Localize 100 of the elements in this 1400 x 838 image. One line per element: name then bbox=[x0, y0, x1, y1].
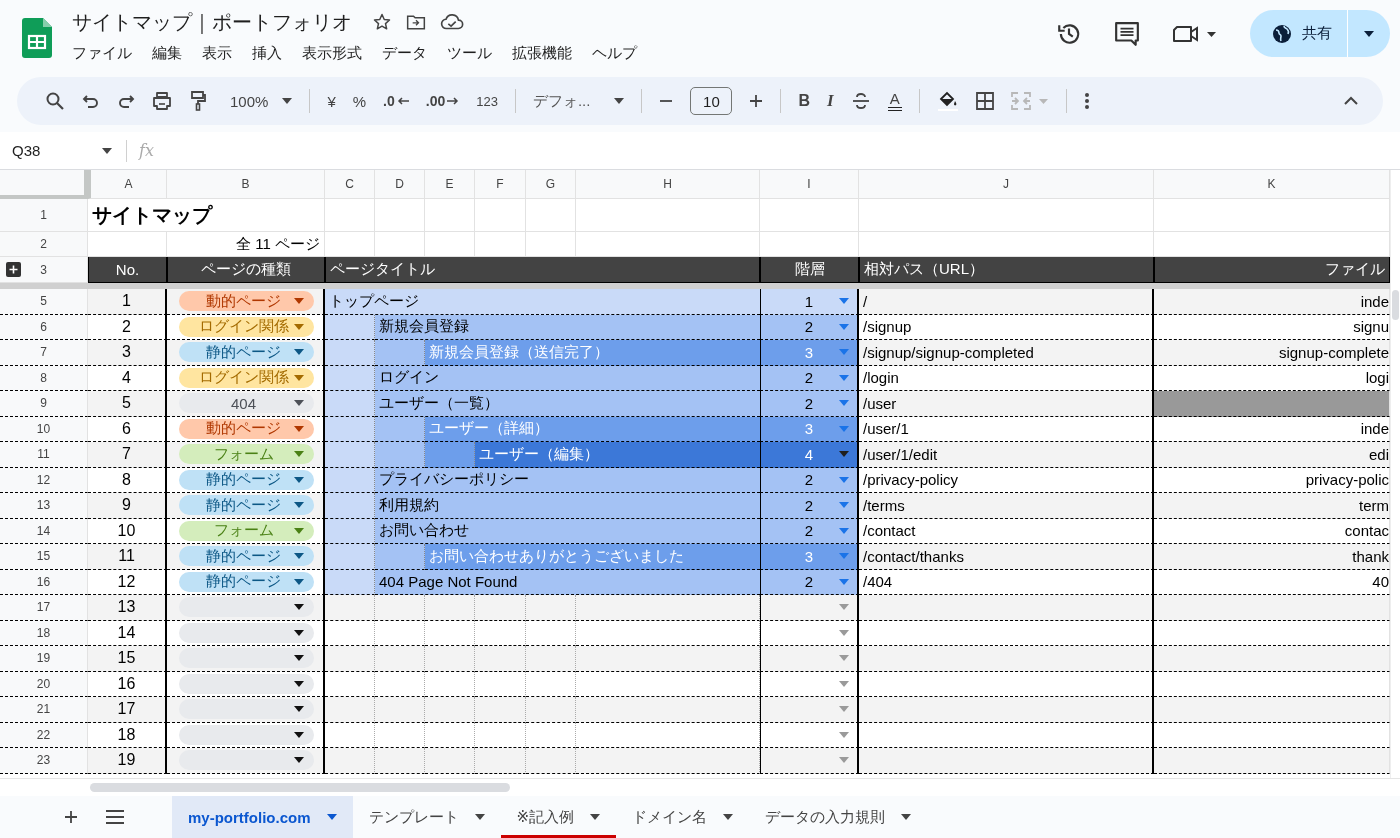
hierarchy-dropdown[interactable] bbox=[760, 646, 859, 672]
row-header[interactable]: 19 bbox=[36, 651, 51, 666]
row-header[interactable]: 22 bbox=[36, 727, 51, 742]
page-type-dropdown[interactable]: 動的ページ bbox=[179, 418, 314, 439]
page-type-dropdown[interactable]: 静的ページ bbox=[179, 342, 314, 363]
row-header[interactable]: 7 bbox=[40, 345, 47, 360]
scrollbar-thumb[interactable] bbox=[90, 783, 510, 792]
strikethrough-icon[interactable] bbox=[850, 92, 871, 110]
column-header[interactable]: D bbox=[375, 170, 425, 199]
column-header[interactable]: C bbox=[325, 170, 375, 199]
row-header[interactable]: 18 bbox=[36, 625, 51, 640]
hierarchy-dropdown[interactable] bbox=[760, 697, 859, 723]
merge-cells-icon[interactable] bbox=[1010, 92, 1049, 110]
page-type-dropdown[interactable]: フォーム bbox=[179, 520, 314, 541]
menu-item[interactable]: ツール bbox=[447, 41, 502, 66]
page-type-dropdown[interactable]: 静的ページ bbox=[179, 546, 314, 567]
currency-format-button[interactable]: ¥ bbox=[327, 92, 336, 110]
hierarchy-dropdown[interactable] bbox=[760, 671, 859, 697]
sheet-tab[interactable]: データの入力規則 bbox=[749, 796, 928, 838]
page-type-dropdown[interactable]: 404 bbox=[179, 393, 314, 414]
hierarchy-dropdown[interactable] bbox=[760, 722, 859, 748]
row-header[interactable]: 3 bbox=[40, 262, 47, 277]
name-box[interactable]: Q38 bbox=[12, 142, 114, 159]
percent-format-button[interactable]: % bbox=[352, 92, 367, 110]
document-title[interactable]: サイトマップ｜ポートフォリオ bbox=[72, 8, 352, 36]
increase-decimal-button[interactable]: .00 bbox=[425, 93, 460, 109]
page-type-dropdown[interactable]: 動的ページ bbox=[179, 291, 314, 312]
column-header[interactable]: B bbox=[167, 170, 325, 199]
hierarchy-dropdown[interactable] bbox=[760, 595, 859, 621]
row-header[interactable]: 17 bbox=[36, 600, 51, 615]
search-icon[interactable] bbox=[45, 91, 65, 111]
bold-button[interactable]: B bbox=[798, 92, 810, 110]
expand-icon[interactable] bbox=[6, 262, 21, 277]
row-header[interactable]: 23 bbox=[36, 753, 51, 768]
page-type-dropdown[interactable]: フォーム bbox=[179, 444, 314, 465]
comment-icon[interactable] bbox=[1114, 20, 1140, 47]
menu-item[interactable]: ファイル bbox=[72, 41, 142, 66]
borders-icon[interactable] bbox=[975, 92, 994, 110]
star-icon[interactable] bbox=[372, 12, 392, 32]
row-header[interactable]: 15 bbox=[36, 549, 51, 564]
column-header[interactable]: H bbox=[576, 170, 760, 199]
column-header[interactable]: F bbox=[475, 170, 526, 199]
redo-icon[interactable] bbox=[117, 93, 135, 109]
column-header[interactable]: A bbox=[88, 170, 167, 199]
menu-item[interactable]: 表示 bbox=[202, 41, 242, 66]
print-icon[interactable] bbox=[152, 91, 172, 111]
sheet-tab[interactable]: ※記入例 bbox=[500, 796, 617, 838]
undo-icon[interactable] bbox=[82, 93, 100, 109]
font-size-field[interactable]: 10 bbox=[690, 87, 733, 115]
menu-item[interactable]: 拡張機能 bbox=[512, 41, 582, 66]
row-header[interactable]: 13 bbox=[36, 498, 51, 513]
row-header[interactable]: 6 bbox=[40, 319, 47, 334]
font-dropdown[interactable]: デフォ... bbox=[532, 91, 625, 111]
row-header[interactable]: 8 bbox=[40, 370, 47, 385]
row-header[interactable]: 16 bbox=[36, 574, 51, 589]
row-header[interactable]: 9 bbox=[40, 396, 47, 411]
page-type-dropdown[interactable]: 静的ページ bbox=[179, 495, 314, 516]
more-icon[interactable] bbox=[1083, 92, 1090, 110]
sheets-logo-icon[interactable] bbox=[22, 18, 52, 58]
hierarchy-dropdown[interactable] bbox=[760, 748, 859, 774]
row-header[interactable]: 12 bbox=[36, 472, 51, 487]
row-header[interactable]: 1 bbox=[40, 208, 47, 222]
collapse-icon[interactable] bbox=[1343, 96, 1359, 106]
row-header[interactable]: 10 bbox=[36, 421, 51, 436]
row-header[interactable]: 21 bbox=[36, 702, 51, 717]
row-header[interactable]: 14 bbox=[36, 523, 51, 538]
row-header[interactable]: 5 bbox=[40, 294, 47, 309]
sheet-tab[interactable]: テンプレート bbox=[352, 796, 501, 838]
page-type-dropdown[interactable]: 静的ページ bbox=[179, 469, 314, 490]
hierarchy-dropdown[interactable] bbox=[760, 620, 859, 646]
move-folder-icon[interactable] bbox=[406, 13, 426, 31]
menu-item[interactable]: 表示形式 bbox=[302, 41, 372, 66]
column-header[interactable]: K bbox=[1154, 170, 1390, 199]
zoom-dropdown[interactable]: 100% bbox=[230, 92, 293, 110]
sheet-tab[interactable]: my-portfolio.com bbox=[172, 796, 353, 838]
column-header[interactable]: G bbox=[526, 170, 576, 199]
row-header[interactable]: 20 bbox=[36, 676, 51, 691]
page-type-dropdown[interactable]: ログイン関係 bbox=[179, 316, 314, 337]
row-header[interactable]: 2 bbox=[40, 237, 47, 251]
number-format-button[interactable]: 123 bbox=[476, 93, 498, 109]
fill-color-icon[interactable] bbox=[936, 90, 959, 112]
plus-icon[interactable] bbox=[749, 94, 764, 108]
italic-button[interactable]: I bbox=[827, 91, 834, 111]
row-header[interactable]: 11 bbox=[37, 447, 50, 462]
column-header[interactable]: I bbox=[760, 170, 859, 199]
sheet-tab[interactable]: ドメイン名 bbox=[616, 796, 750, 838]
column-header[interactable]: E bbox=[425, 170, 475, 199]
scrollbar-thumb[interactable] bbox=[1392, 290, 1399, 320]
paint-roller-icon[interactable] bbox=[189, 90, 207, 112]
text-color-button[interactable]: A bbox=[887, 91, 902, 111]
column-header[interactable]: J bbox=[859, 170, 1154, 199]
menu-icon[interactable] bbox=[106, 810, 124, 824]
add-sheet-icon[interactable] bbox=[64, 810, 78, 824]
menu-item[interactable]: データ bbox=[382, 41, 437, 66]
menu-item[interactable]: 挿入 bbox=[252, 41, 292, 66]
decrease-decimal-button[interactable]: .0 bbox=[383, 93, 409, 109]
menu-item[interactable]: 編集 bbox=[152, 41, 192, 66]
page-type-dropdown[interactable]: 静的ページ bbox=[179, 571, 314, 592]
menu-item[interactable]: ヘルプ bbox=[592, 41, 647, 66]
cloud-check-icon[interactable] bbox=[440, 13, 464, 31]
